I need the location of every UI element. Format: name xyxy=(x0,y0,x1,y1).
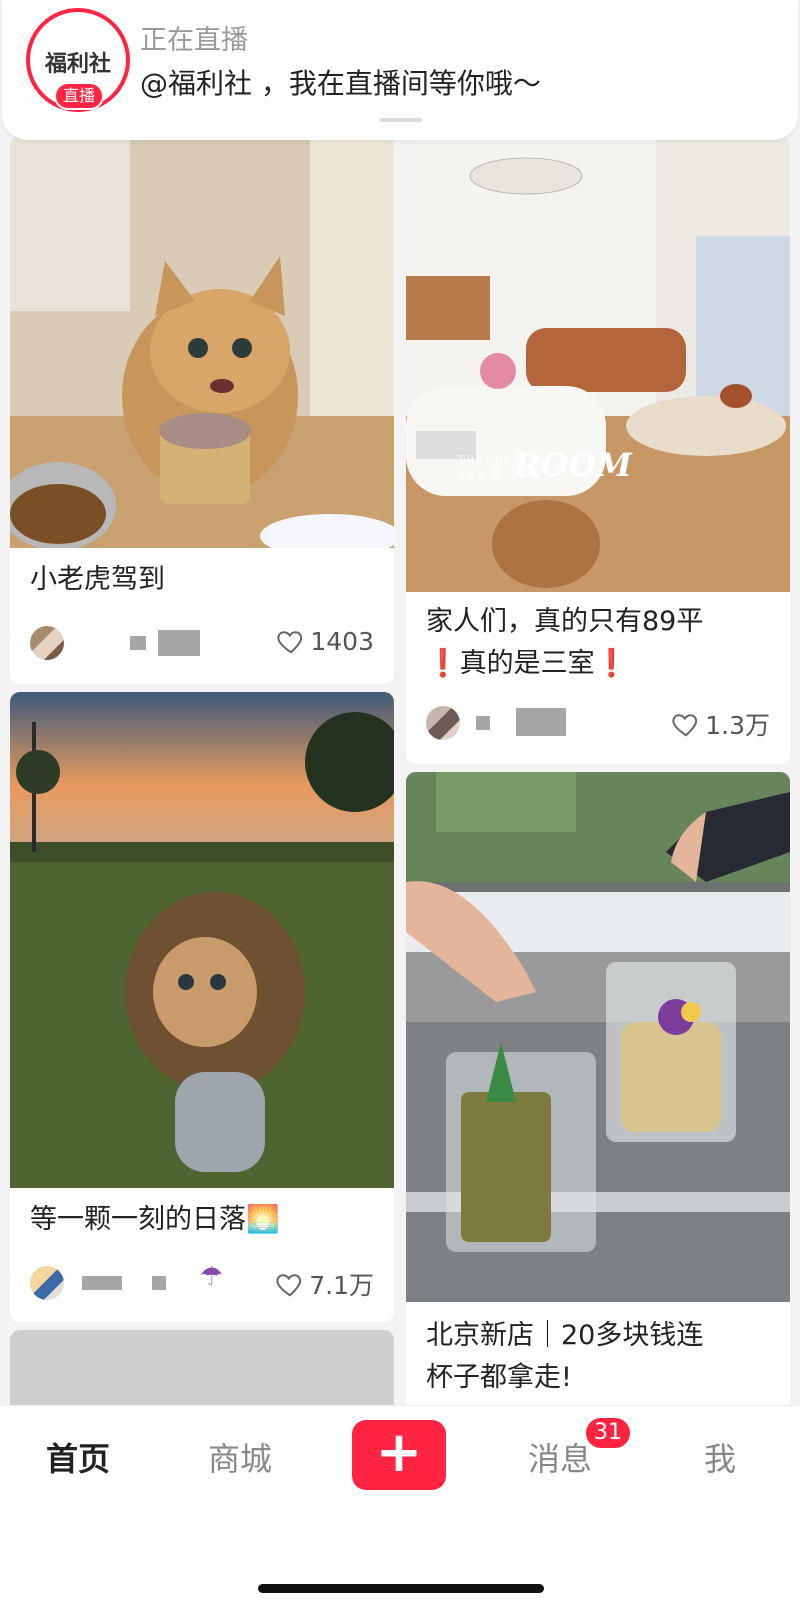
author-name-blurred-2 xyxy=(152,1276,166,1290)
heart-icon xyxy=(672,714,698,737)
author-avatar[interactable] xyxy=(30,626,64,660)
card-title-line1: 北京新店｜20多块钱连 xyxy=(426,1320,704,1351)
heart-icon xyxy=(276,1274,302,1297)
like-count: 1.3万 xyxy=(705,711,770,740)
tab-me[interactable]: 我 xyxy=(660,1434,780,1480)
room-photo-image xyxy=(406,136,790,592)
author-avatar[interactable] xyxy=(426,706,460,740)
live-badge: 直播 xyxy=(54,82,104,110)
like-button[interactable]: 1.3万 xyxy=(671,706,770,742)
card-title: 小老虎驾到 xyxy=(30,564,165,595)
home-indicator[interactable] xyxy=(258,1584,544,1593)
tab-shop[interactable]: 商城 xyxy=(180,1434,300,1480)
lion-cat-photo-image xyxy=(10,692,394,1188)
add-post-button[interactable]: + xyxy=(352,1420,446,1490)
app-screen: 福利社 直播 正在直播 @福利社 ，我在直播间等你哦～ 小老虎驾到 1403 T… xyxy=(0,0,800,1613)
card-meta: 1403 xyxy=(30,624,374,664)
feed-card-2[interactable]: TRAVEL THE WORLD ROOM 家人们，真的只有89平 ❗真的是三室… xyxy=(406,136,790,764)
card-title-line2: 杯子都拿走! xyxy=(426,1362,572,1393)
room-photo[interactable]: TRAVEL THE WORLD ROOM xyxy=(406,136,790,592)
card-title-line1: 家人们，真的只有89平 xyxy=(426,606,704,637)
cat-photo[interactable] xyxy=(10,136,394,548)
card-meta: 1.3万 xyxy=(426,704,770,744)
tab-home[interactable]: 首页 xyxy=(18,1434,138,1480)
author-name-blurred xyxy=(476,716,490,730)
card-meta: ☂ 7.1万 xyxy=(30,1262,374,1304)
live-status: 正在直播 xyxy=(140,25,248,56)
feed-card-4[interactable]: 北京新店｜20多块钱连 杯子都拿走! xyxy=(406,772,790,1432)
author-name-blurred-2 xyxy=(158,630,200,656)
cat-photo-image xyxy=(10,136,394,548)
lion-cat-photo[interactable] xyxy=(10,692,394,1188)
author-name-blurred-2 xyxy=(516,708,566,736)
bottom-tab-bar: 首页 商城 + 消息 31 我 xyxy=(0,1405,800,1613)
feed-card-1[interactable]: 小老虎驾到 1403 xyxy=(10,136,394,684)
like-count: 7.1万 xyxy=(309,1271,374,1300)
umbrella-icon: ☂ xyxy=(200,1262,224,1292)
author-name-blurred xyxy=(130,636,146,650)
author-name-blurred xyxy=(82,1276,122,1290)
feed-card-3[interactable]: 等一颗一刻的日落🌅 ☂ 7.1万 xyxy=(10,692,394,1322)
live-avatar-name: 福利社 xyxy=(44,52,111,77)
like-button[interactable]: 7.1万 xyxy=(275,1266,374,1302)
drink-bags-photo-image xyxy=(406,772,790,1302)
messages-badge: 31 xyxy=(584,1416,632,1450)
drink-bags-photo[interactable] xyxy=(406,772,790,1302)
author-avatar[interactable] xyxy=(30,1266,64,1300)
like-button[interactable]: 1403 xyxy=(276,626,374,656)
banner-drag-handle[interactable] xyxy=(380,118,422,122)
overlay-text-big: ROOM xyxy=(514,446,632,484)
card-title-line2: ❗真的是三室❗ xyxy=(426,648,629,679)
card-title: 等一颗一刻的日落🌅 xyxy=(30,1204,280,1235)
like-count: 1403 xyxy=(310,626,374,656)
live-message[interactable]: @福利社 ，我在直播间等你哦～ xyxy=(140,62,541,102)
heart-icon xyxy=(277,631,303,654)
live-banner[interactable]: 福利社 直播 正在直播 @福利社 ，我在直播间等你哦～ xyxy=(2,0,798,140)
